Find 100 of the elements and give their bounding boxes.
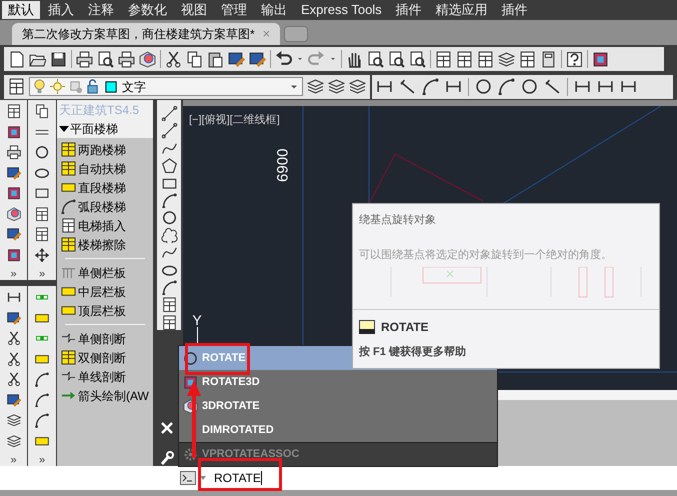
layers-icon[interactable]	[349, 78, 366, 95]
palette-item[interactable]: 电梯插入	[61, 216, 149, 235]
layers-icon[interactable]	[498, 50, 515, 68]
light-bulb-icon[interactable]	[32, 79, 47, 94]
copy-icon[interactable]	[186, 50, 203, 68]
table-icon[interactable]	[435, 50, 452, 68]
arc-icon[interactable]	[33, 372, 51, 386]
brush-icon[interactable]	[4, 227, 22, 242]
dimension-icon[interactable]	[597, 78, 614, 95]
ribbon-tab[interactable]: 注释	[82, 1, 120, 19]
palette-item[interactable]: 两跑楼梯	[61, 140, 149, 159]
printer-icon[interactable]	[118, 50, 135, 68]
table-icon[interactable]	[61, 218, 76, 233]
scissors-icon[interactable]	[165, 50, 182, 68]
ribbon-tab[interactable]: 插件	[496, 1, 534, 19]
magnifier-icon[interactable]	[367, 50, 384, 68]
dimension-icon[interactable]	[445, 78, 462, 95]
viewport-label[interactable]: [−][俯视][二维线框]	[189, 112, 280, 128]
table-icon[interactable]	[33, 206, 51, 221]
palette-item[interactable]: 弧段楼梯	[61, 197, 149, 216]
brush-icon[interactable]	[4, 392, 22, 407]
palette-item[interactable]: 单侧栏板	[61, 263, 149, 282]
palette-item[interactable]: 自动扶梯	[61, 159, 149, 178]
printer-icon[interactable]	[4, 145, 22, 160]
brush-icon[interactable]	[249, 50, 266, 68]
layers-icon[interactable]	[4, 413, 22, 428]
help-icon[interactable]	[566, 50, 583, 68]
circle-icon[interactable]	[160, 210, 178, 226]
caret-icon[interactable]	[296, 55, 304, 63]
brush-icon[interactable]	[228, 50, 245, 68]
layers-icon[interactable]	[307, 78, 324, 95]
palette-item[interactable]: 单侧剖断	[61, 329, 149, 348]
circle-icon[interactable]	[475, 78, 492, 95]
magnifier-icon[interactable]	[97, 50, 114, 68]
palette-item[interactable]: 单线剖断	[61, 367, 149, 386]
wrench-icon[interactable]	[159, 450, 175, 466]
cloud-icon[interactable]	[160, 228, 178, 244]
circle-icon[interactable]	[33, 145, 51, 160]
table-icon[interactable]	[519, 50, 536, 68]
triangle-icon[interactable]	[59, 124, 69, 134]
palette-item[interactable]: 楼梯擦除	[61, 235, 149, 254]
ribbon-tab[interactable]: 视图	[175, 1, 213, 19]
ribbon-tab[interactable]: 插件	[390, 1, 428, 19]
arc-icon[interactable]	[61, 199, 76, 214]
move-arrows-icon[interactable]	[33, 248, 51, 262]
palette-item[interactable]: 中层栏板	[61, 282, 149, 301]
palette-item[interactable]: 顶层栏板	[61, 301, 149, 320]
ribbon-tab[interactable]: Express Tools	[295, 1, 388, 19]
ribbon-tab[interactable]: 插入	[42, 1, 80, 19]
printer-icon[interactable]	[76, 50, 93, 68]
table-icon[interactable]	[477, 50, 494, 68]
stair-icon[interactable]	[61, 161, 76, 176]
ellipse-icon[interactable]	[33, 166, 51, 180]
ribbon-tab[interactable]: 默认	[2, 1, 40, 19]
arc-icon[interactable]	[422, 78, 439, 95]
stair-icon[interactable]	[61, 142, 76, 157]
document-icon[interactable]	[8, 50, 25, 68]
layers-icon[interactable]	[328, 78, 345, 95]
palette-section-header[interactable]: 平面楼梯	[57, 120, 153, 138]
colored-square-icon[interactable]	[592, 50, 609, 68]
table-icon[interactable]	[160, 297, 178, 313]
rectangle-icon[interactable]	[33, 186, 51, 200]
magnifier-icon[interactable]	[388, 50, 405, 68]
layers-icon[interactable]	[4, 434, 22, 448]
pentagon-icon[interactable]	[160, 158, 178, 174]
circle-icon[interactable]	[521, 78, 538, 95]
dimension-icon[interactable]	[574, 78, 591, 95]
arc-icon[interactable]	[160, 192, 178, 208]
brush-icon[interactable]	[4, 310, 22, 325]
table-icon[interactable]	[8, 78, 25, 95]
palette-item[interactable]: 箭头绘制(AW	[61, 386, 149, 405]
brush-icon[interactable]	[4, 166, 22, 180]
dimension-icon[interactable]	[620, 78, 637, 95]
undo-icon[interactable]	[275, 50, 292, 68]
ellipse-icon[interactable]	[160, 262, 178, 278]
clipboard-icon[interactable]	[207, 50, 224, 68]
calculator-icon[interactable]	[540, 50, 557, 68]
table-icon[interactable]	[33, 227, 51, 242]
ribbon-tab[interactable]: 精选应用	[430, 1, 494, 19]
line-icon[interactable]	[160, 123, 178, 139]
stair-icon[interactable]	[61, 237, 76, 252]
more-button[interactable]: »	[38, 268, 46, 280]
arc-icon[interactable]	[33, 392, 51, 407]
ribbon-tab[interactable]: 管理	[215, 1, 253, 19]
command-input[interactable]: ROTATE	[210, 468, 266, 488]
table-icon[interactable]	[160, 314, 178, 330]
palette-item[interactable]: 直段楼梯	[61, 178, 149, 197]
arc-icon[interactable]	[498, 78, 515, 95]
stair-icon[interactable]	[61, 350, 76, 365]
arc-icon[interactable]	[33, 413, 51, 428]
document-tab[interactable]: 第二次修改方案草图，商住楼建筑方案草图* ×	[12, 23, 280, 45]
line-icon[interactable]	[160, 106, 178, 122]
layer-dropdown[interactable]: 文字	[29, 77, 303, 96]
arc-icon[interactable]	[160, 280, 178, 296]
more-button[interactable]: »	[38, 454, 46, 466]
close-icon[interactable]	[159, 420, 175, 436]
spline-icon[interactable]	[160, 140, 178, 156]
ribbon-tab[interactable]: 参数化	[122, 1, 173, 19]
circle-icon[interactable]	[183, 350, 198, 366]
copy-icon[interactable]	[33, 104, 51, 118]
